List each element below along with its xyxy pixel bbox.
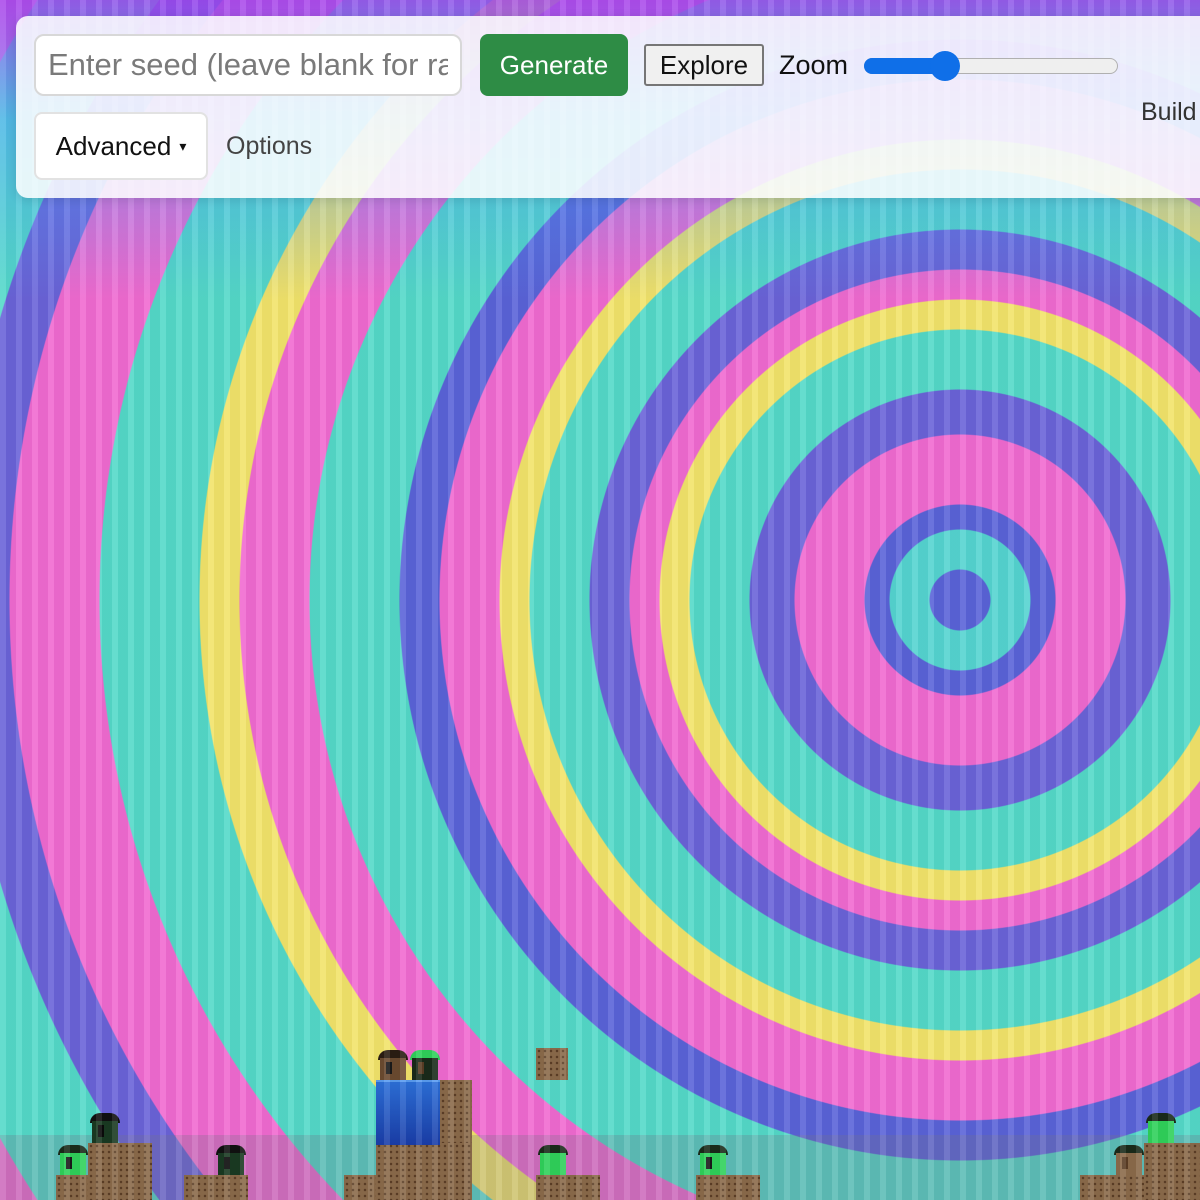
generate-button[interactable]: Generate	[480, 34, 628, 96]
dirt-block	[344, 1175, 376, 1200]
advanced-label: Advanced	[55, 130, 172, 161]
creature-sprite	[58, 1145, 88, 1175]
zoom-slider[interactable]	[864, 51, 1118, 81]
dirt-block	[1144, 1143, 1200, 1200]
zoom-slider-thumb[interactable]	[930, 51, 960, 81]
dirt-block	[376, 1143, 472, 1200]
creature-sprite	[538, 1145, 568, 1175]
dirt-block	[88, 1143, 152, 1200]
water-block	[376, 1080, 440, 1145]
dirt-block	[696, 1175, 760, 1200]
seed-input[interactable]	[34, 34, 462, 96]
dirt-block	[536, 1175, 600, 1200]
control-toolbar: Generate Explore Zoom Build Advanced ▾ O…	[16, 16, 1200, 198]
zoom-label: Zoom	[779, 50, 849, 80]
creature-sprite	[90, 1113, 120, 1143]
options-label: Options	[226, 132, 313, 160]
dirt-block	[56, 1175, 120, 1200]
creature-sprite	[698, 1145, 728, 1175]
dirt-block	[184, 1175, 248, 1200]
advanced-dropdown[interactable]: Advanced ▾	[34, 112, 208, 180]
ground-shadow	[0, 1135, 1200, 1200]
creature-sprite	[1146, 1113, 1176, 1143]
creature-sprite	[1114, 1145, 1144, 1175]
dirt-block	[440, 1080, 472, 1143]
chevron-down-icon: ▾	[179, 137, 187, 154]
creature-sprite	[216, 1145, 246, 1175]
dirt-block	[1080, 1175, 1200, 1200]
floating-dirt-block	[536, 1048, 568, 1080]
creature-sprite	[378, 1050, 408, 1080]
creature-sprite	[410, 1050, 440, 1080]
build-label: Build	[1141, 98, 1197, 126]
explore-button[interactable]: Explore	[644, 44, 764, 86]
